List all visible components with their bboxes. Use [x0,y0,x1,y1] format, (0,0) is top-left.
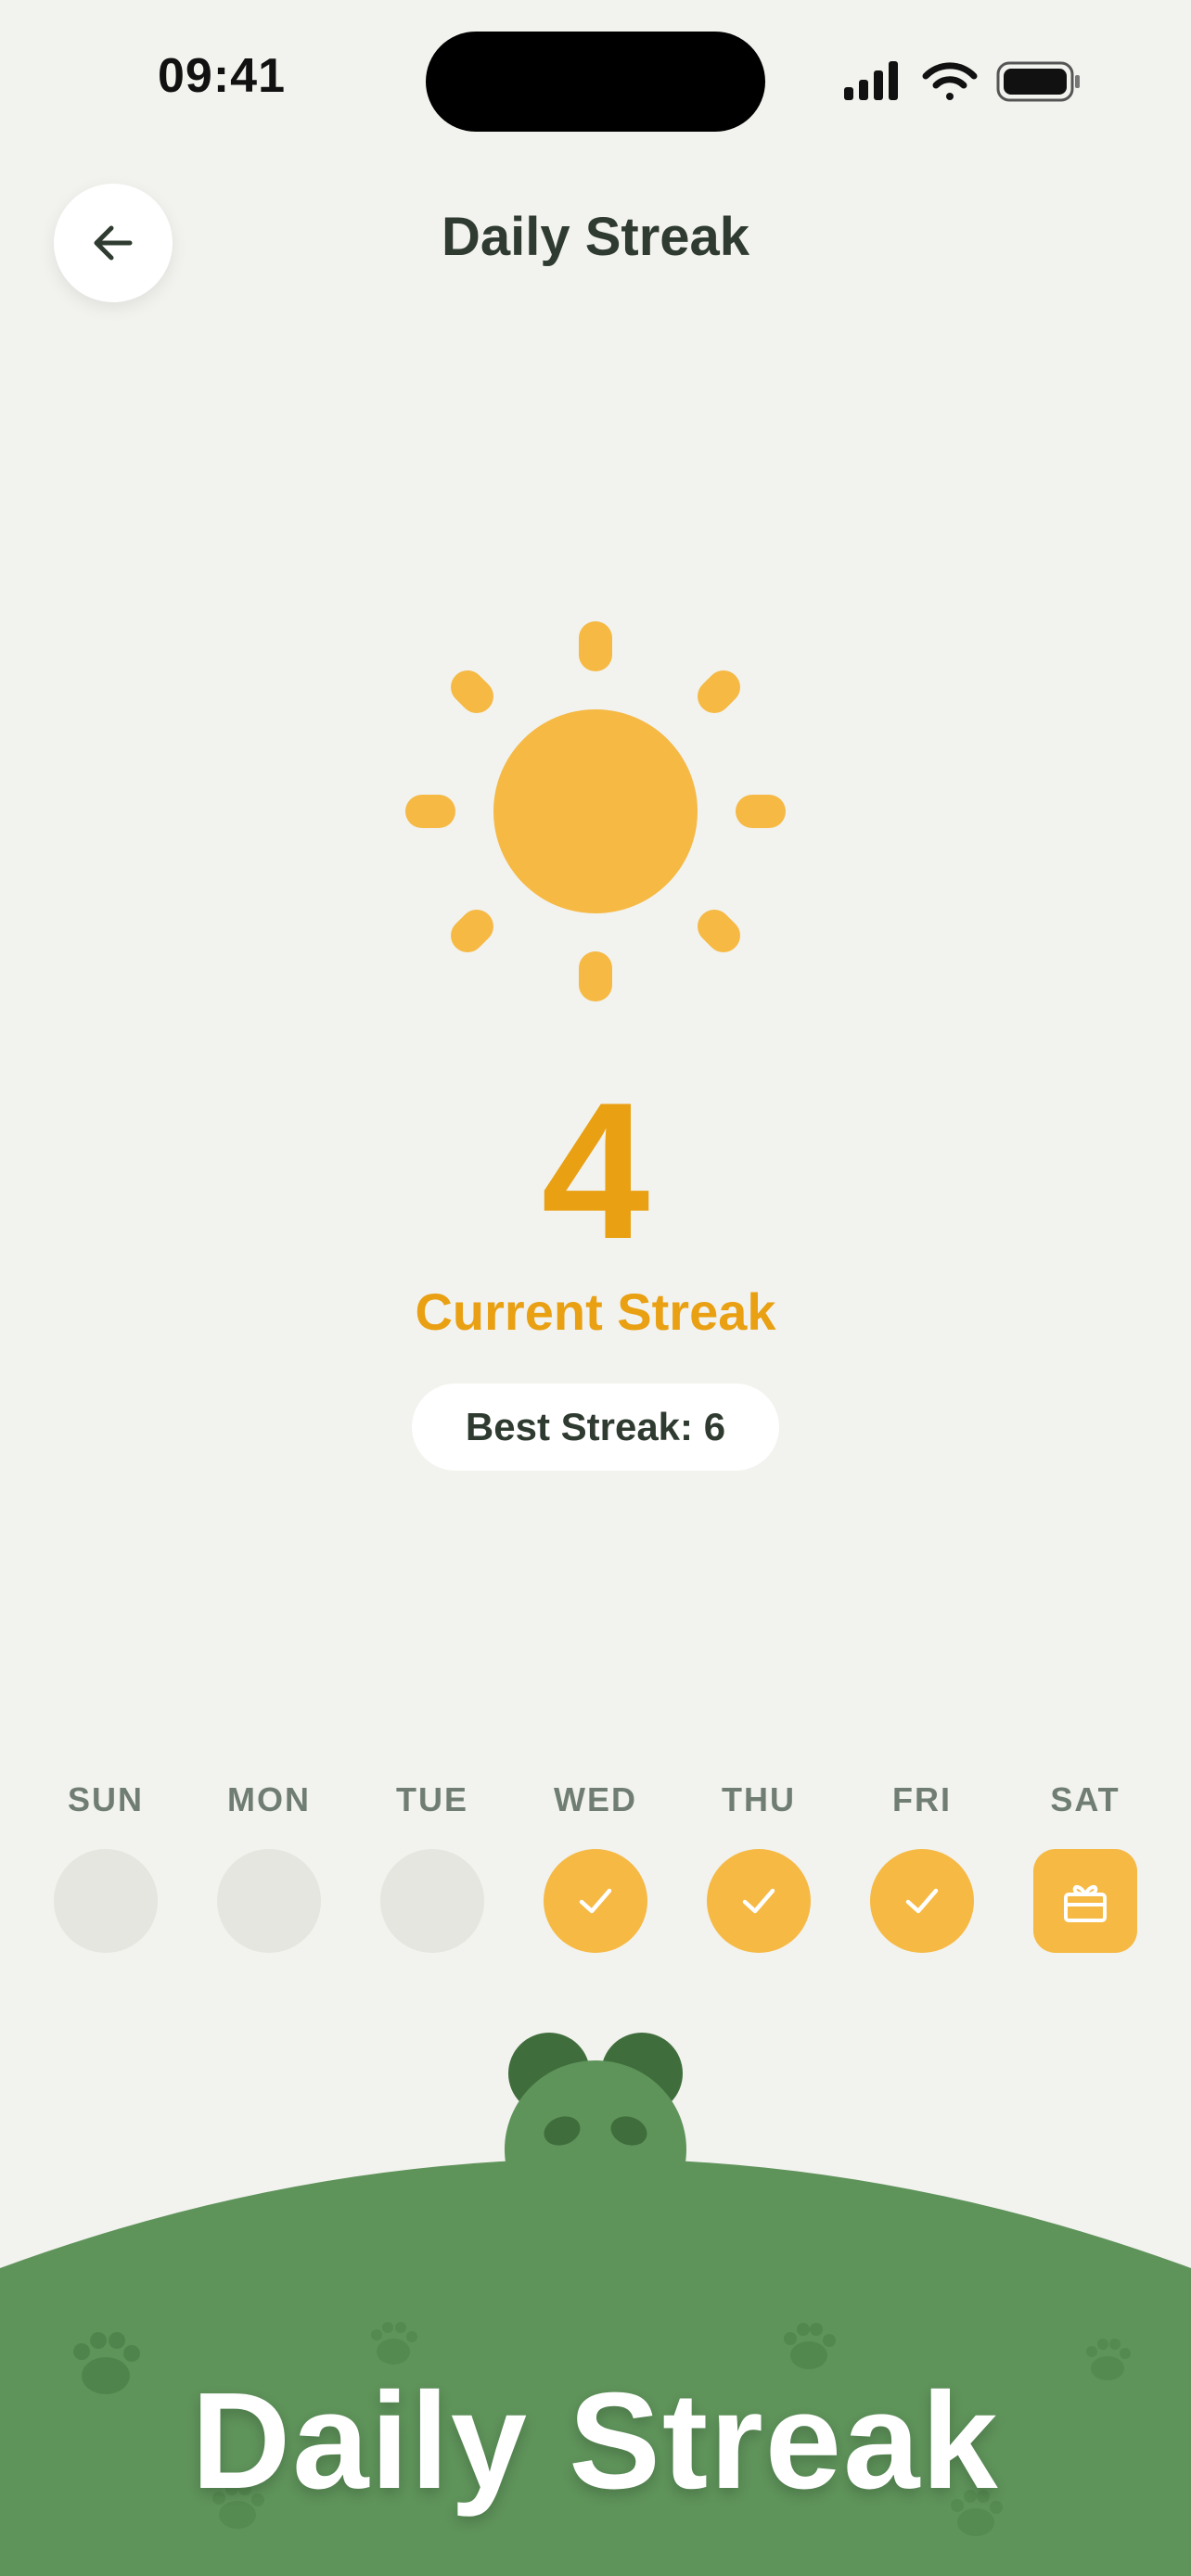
day-indicator-done [707,1849,811,1953]
day-label: FRI [892,1780,952,1818]
day-wed: WED [540,1780,651,1953]
day-label: SAT [1050,1780,1121,1818]
sun-icon [405,621,786,1001]
day-indicator-done [870,1849,974,1953]
checkmark-icon [742,1888,775,1914]
checkmark-icon [905,1888,939,1914]
day-label: MON [227,1780,311,1818]
day-tue: TUE [377,1780,488,1953]
day-indicator-empty [54,1849,158,1953]
status-time: 09:41 [158,49,286,103]
day-indicator-empty [380,1849,484,1953]
day-mon: MON [213,1780,325,1953]
day-thu: THU [703,1780,814,1953]
gift-icon [1064,1884,1107,1922]
day-label: WED [554,1780,637,1818]
day-label: THU [722,1780,796,1818]
day-fri: FRI [866,1780,978,1953]
day-sat: SAT [1030,1780,1141,1953]
best-streak-badge: Best Streak: 6 [412,1384,779,1471]
page-title: Daily Streak [441,207,750,267]
wifi-icon [922,62,978,100]
dynamic-island [426,32,765,132]
checkmark-icon [579,1888,612,1914]
best-streak-text: Best Streak: 6 [465,1405,726,1448]
cellular-signal-icon [844,61,898,100]
day-label: SUN [67,1780,144,1818]
day-sun: SUN [50,1780,161,1953]
day-label: TUE [396,1780,468,1818]
day-indicator-empty [217,1849,321,1953]
day-reward-gift[interactable] [1033,1849,1137,1953]
status-icons [844,61,1080,102]
banner-title: Daily Streak [191,2365,1000,2518]
current-streak-label: Current Streak [415,1282,776,1341]
battery-icon [996,61,1080,102]
current-streak-count: 4 [541,1062,650,1280]
day-indicator-done [544,1849,647,1953]
